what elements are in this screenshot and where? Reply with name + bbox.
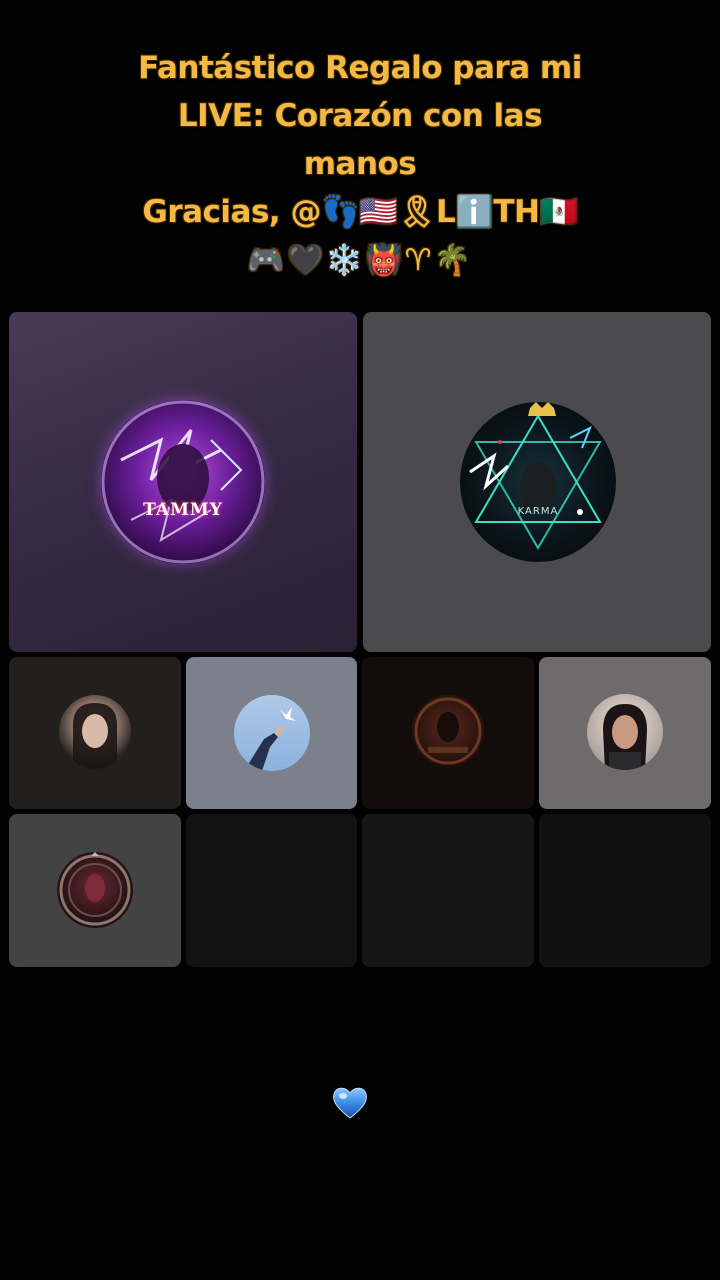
karma-avatar-label: KARMA xyxy=(517,506,559,517)
empty-seat-2[interactable] xyxy=(362,814,534,967)
person-photo-icon xyxy=(73,703,117,769)
gift-banner: Fantástico Regalo para mi LIVE: Corazón … xyxy=(0,44,720,286)
guest-tile-6[interactable] xyxy=(539,657,711,809)
avatar-guest-7[interactable] xyxy=(57,852,133,928)
tammy-avatar-label: TAMMY xyxy=(143,500,223,520)
empty-seat-3[interactable] xyxy=(539,814,711,967)
guest-tile-7[interactable] xyxy=(9,814,181,967)
avatar-guest-3[interactable] xyxy=(59,695,131,769)
guest-tile-3[interactable] xyxy=(9,657,181,809)
guest-tile-tammy[interactable]: TAMMY xyxy=(9,312,357,652)
empty-seat-1[interactable] xyxy=(186,814,357,967)
banner-line-5: 🎮🖤❄️👹♈🌴 xyxy=(247,243,473,278)
banner-line-1: Fantástico Regalo para mi xyxy=(138,50,582,86)
banner-line-2: LIVE: Corazón con las xyxy=(177,98,543,134)
ornate-frame-icon xyxy=(414,697,482,765)
tammy-art-icon xyxy=(101,400,265,564)
avatar-karma[interactable]: KARMA xyxy=(460,402,616,562)
guest-tile-5[interactable] xyxy=(362,657,534,809)
avatar-tammy[interactable]: TAMMY xyxy=(101,400,265,564)
avatar-guest-6[interactable] xyxy=(587,694,663,770)
avatar-guest-4[interactable] xyxy=(234,695,310,771)
banner-line-4: Gracias, @👣🇺🇸🎗Lℹ️TH🇲🇽 xyxy=(142,194,578,230)
guest-tile-karma[interactable]: KARMA xyxy=(363,312,711,652)
blue-heart-icon xyxy=(333,1087,367,1119)
hand-butterfly-icon xyxy=(244,707,296,771)
person-photo-icon xyxy=(603,704,647,770)
live-screen: Fantástico Regalo para mi LIVE: Corazón … xyxy=(0,0,720,1280)
avatar-guest-5[interactable] xyxy=(412,695,484,767)
ornate-frame-icon xyxy=(59,852,131,926)
banner-line-3: manos xyxy=(303,146,417,182)
karma-art-icon xyxy=(469,402,602,550)
guest-tile-4[interactable] xyxy=(186,657,357,809)
